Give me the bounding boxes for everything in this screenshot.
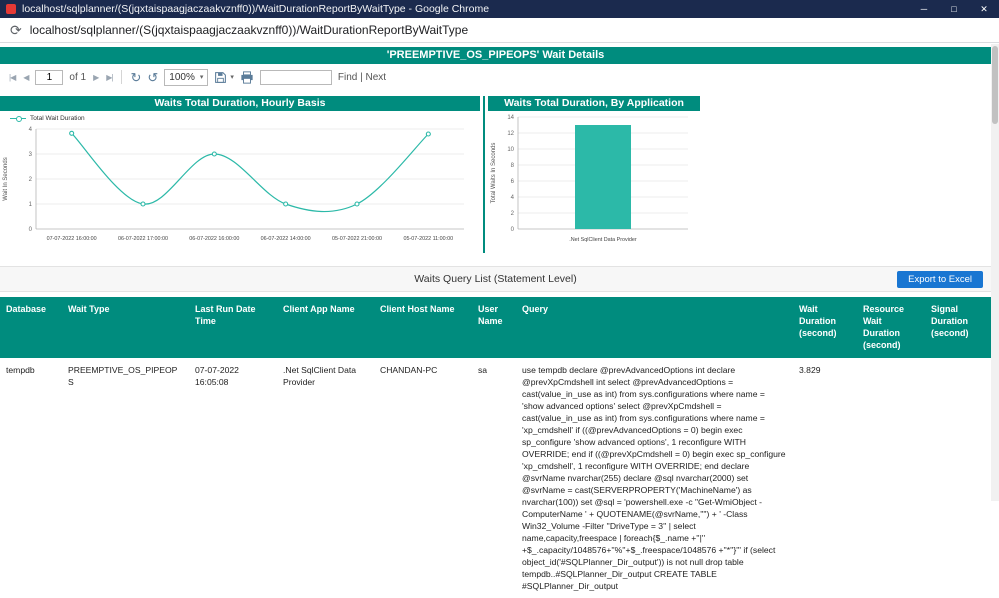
back-icon[interactable]: ↺ — [147, 71, 158, 84]
svg-text:10: 10 — [507, 147, 514, 153]
window-controls: ─ □ ✕ — [909, 0, 999, 18]
page-count-label: of 1 — [69, 71, 87, 83]
column-header-client-host: Client Host Name — [374, 297, 472, 358]
svg-text:Wait In Seconds: Wait In Seconds — [3, 157, 9, 200]
report-title: 'PREEMPTIVE_OS_PIPEOPS' Wait Details — [0, 47, 991, 64]
hourly-chart-title: Waits Total Duration, Hourly Basis — [0, 96, 480, 111]
cell-wait-type: PREEMPTIVE_OS_PIPEOPS — [68, 364, 178, 387]
site-favicon — [6, 4, 16, 14]
table-row: tempdb PREEMPTIVE_OS_PIPEOPS 07-07-2022 … — [0, 358, 991, 598]
application-chart-panel: Waits Total Duration, By Application 0 2 4… — [488, 96, 700, 253]
svg-text:0: 0 — [29, 227, 33, 233]
svg-text:Total Waits In Seconds: Total Waits In Seconds — [491, 143, 497, 204]
column-header-query: Query — [516, 297, 793, 358]
hourly-chart-panel: Waits Total Duration, Hourly Basis Total… — [0, 96, 480, 251]
next-page-button[interactable]: ▶ — [92, 73, 99, 82]
cell-database: tempdb — [6, 364, 35, 375]
svg-text:6: 6 — [511, 179, 515, 185]
column-header-wait-duration: Wait Duration (second) — [793, 297, 857, 358]
svg-text:3: 3 — [29, 152, 33, 158]
window-title: localhost/sqlplanner/(S(jqxtaispaagjacza… — [22, 3, 490, 15]
legend-label: Total Wait Duration — [30, 115, 85, 122]
export-to-excel-button[interactable]: Export to Excel — [897, 271, 983, 288]
query-list-section-header: Waits Query List (Statement Level) Expor… — [0, 266, 991, 292]
print-button[interactable] — [240, 70, 254, 84]
cell-query: use tempdb declare @prevAdvancedOptions … — [522, 364, 786, 592]
toolbar-separator — [121, 70, 123, 84]
refresh-icon[interactable]: ↻ — [130, 71, 141, 84]
column-header-last-run: Last Run Date Time — [189, 297, 277, 358]
last-page-button[interactable]: ▶| — [105, 73, 113, 82]
svg-text:05-07-2022 21:00:00: 05-07-2022 21:00:00 — [332, 236, 382, 242]
url-text[interactable]: localhost/sqlplanner/(S(jqxtaispaagjacza… — [30, 23, 468, 37]
svg-text:05-07-2022 11:00:00: 05-07-2022 11:00:00 — [404, 236, 454, 242]
svg-text:4: 4 — [29, 127, 33, 133]
export-menu-button[interactable]: ▾ — [214, 71, 234, 84]
svg-text:8: 8 — [511, 163, 515, 169]
zoom-select[interactable]: 100% ▾ — [164, 68, 209, 86]
svg-text:06-07-2022 14:00:00: 06-07-2022 14:00:00 — [261, 236, 311, 242]
page-scrollbar[interactable] — [991, 44, 999, 501]
chart-divider — [483, 96, 485, 253]
minimize-button[interactable]: ─ — [909, 0, 939, 18]
svg-text:06-07-2022 16:00:00: 06-07-2022 16:00:00 — [189, 236, 239, 242]
svg-text:4: 4 — [511, 195, 515, 201]
query-list-title: Waits Query List (Statement Level) — [414, 273, 577, 285]
legend-line-swatch — [10, 116, 26, 122]
svg-text:2: 2 — [29, 177, 33, 183]
application-chart-title: Waits Total Duration, By Application — [488, 96, 700, 111]
save-icon — [215, 71, 227, 83]
chevron-down-icon: ▾ — [199, 74, 204, 81]
svg-text:.Net SqlClient Data Provider: .Net SqlClient Data Provider — [569, 237, 637, 243]
scrollbar-thumb[interactable] — [992, 46, 998, 124]
maximize-button[interactable]: □ — [939, 0, 969, 18]
cell-last-run: 07-07-2022 16:05:08 — [195, 364, 239, 387]
cell-client-app: .Net SqlClient Data Provider — [283, 364, 357, 387]
cell-client-host: CHANDAN-PC — [380, 364, 438, 375]
cell-wait-duration: 3.829 — [799, 364, 821, 375]
cell-signal-duration — [925, 358, 991, 598]
find-next-links[interactable]: Find | Next — [338, 72, 386, 83]
column-header-client-app: Client App Name — [277, 297, 374, 358]
column-header-database: Database — [0, 297, 62, 358]
wait-query-table: Database Wait Type Last Run Date Time Cl… — [0, 297, 991, 598]
charts-section: Waits Total Duration, Hourly Basis Total… — [0, 96, 991, 253]
svg-text:2: 2 — [511, 211, 515, 217]
svg-text:07-07-2022 16:00:00: 07-07-2022 16:00:00 — [47, 236, 97, 242]
table-header-row: Database Wait Type Last Run Date Time Cl… — [0, 297, 991, 358]
zoom-value: 100% — [169, 71, 195, 83]
application-bar-chart: 0 2 4 6 8 10 12 14 Total Waits In Seconds .Net Sq… — [491, 115, 688, 243]
column-header-wait-type: Wait Type — [62, 297, 189, 358]
cell-resource-wait — [857, 358, 925, 598]
address-bar[interactable]: ⟳ localhost/sqlplanner/(S(jqxtaispaagjac… — [0, 18, 999, 43]
chevron-down-icon: ▾ — [230, 74, 234, 81]
svg-text:06-07-2022 17:00:00: 06-07-2022 17:00:00 — [118, 236, 168, 242]
reload-icon[interactable]: ⟳ — [10, 23, 22, 37]
first-page-button[interactable]: |◀ — [8, 73, 16, 82]
svg-text:14: 14 — [507, 115, 514, 121]
print-icon — [241, 70, 253, 84]
report-toolbar: |◀ ◀ of 1 ▶ ▶| ↻ ↺ 100% ▾ ▾ — [0, 64, 991, 90]
cell-user: sa — [478, 364, 488, 375]
close-button[interactable]: ✕ — [969, 0, 999, 18]
column-header-resource-wait: Resource Wait Duration (second) — [857, 297, 925, 358]
svg-text:1: 1 — [29, 202, 33, 208]
column-header-signal-duration: Signal Duration (second) — [925, 297, 991, 358]
report-page: 'PREEMPTIVE_OS_PIPEOPS' Wait Details |◀ … — [0, 47, 991, 598]
find-input[interactable] — [259, 69, 332, 85]
prev-page-button[interactable]: ◀ — [22, 73, 29, 82]
chart-legend: Total Wait Duration — [0, 111, 480, 123]
svg-text:0: 0 — [511, 227, 515, 233]
column-header-user: User Name — [472, 297, 516, 358]
page-number-input[interactable] — [35, 69, 64, 85]
svg-text:12: 12 — [507, 131, 514, 137]
window-titlebar: localhost/sqlplanner/(S(jqxtaispaagjacza… — [0, 0, 999, 18]
hourly-line-chart: 0 1 2 3 4 Wait In Seconds 07-07-2022 16:00:00 0… — [3, 127, 464, 242]
screen: { "browser": { "window_title": "localhos… — [0, 0, 999, 591]
